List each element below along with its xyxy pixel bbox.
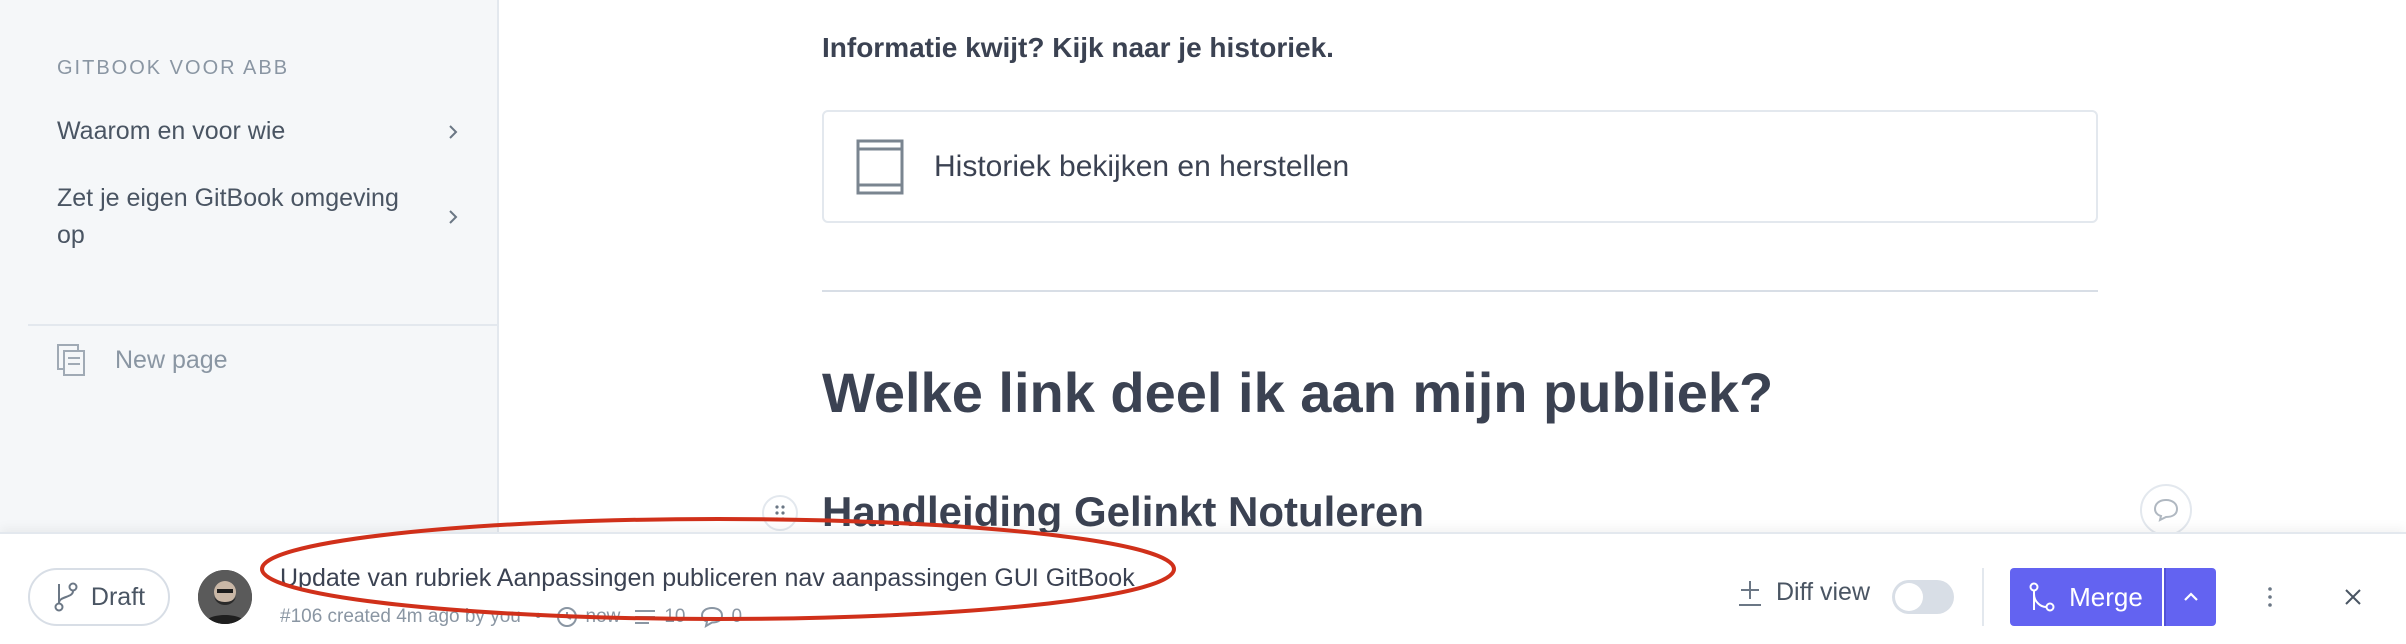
lines-icon	[635, 610, 656, 624]
comments-count: 0	[731, 606, 743, 627]
draft-label: Draft	[90, 582, 146, 611]
new-page-icon	[57, 344, 85, 376]
close-icon[interactable]	[2338, 580, 2368, 614]
sidebar-divider	[28, 324, 499, 326]
draft-status-button[interactable]: Draft	[28, 568, 170, 626]
chevron-right-icon	[449, 124, 458, 139]
branch-icon	[54, 582, 78, 612]
diff-view-control[interactable]: Diff view	[1736, 578, 1870, 607]
avatar	[198, 570, 252, 624]
comments-meta: 0	[700, 606, 743, 628]
diff-view-label: Diff view	[1776, 578, 1871, 606]
sidebar-heading: GITBOOK VOOR ABB	[57, 57, 290, 79]
sidebar-item-zet-je-eigen-gitbook[interactable]: Zet je eigen GitBook omgeving op	[57, 180, 462, 254]
comment-icon[interactable]	[2140, 484, 2192, 536]
bar-divider	[1982, 568, 1984, 626]
change-request-meta: #106 created 4m ago by you • now 10 0	[280, 606, 756, 628]
page-heading: Welke link deel ik aan mijn publiek?	[822, 361, 1774, 424]
updated-meta: now	[556, 606, 621, 628]
change-request-info: #106 created 4m ago by you	[280, 606, 521, 627]
merge-label: Merge	[2069, 581, 2143, 612]
new-page-button[interactable]: New page	[57, 340, 228, 380]
sidebar-item-label: Zet je eigen GitBook omgeving op	[57, 184, 399, 249]
merge-options-button[interactable]	[2164, 568, 2216, 626]
section-heading: Handleiding Gelinkt Notuleren	[822, 488, 1425, 535]
change-request-bar: Draft Update van rubriek Aanpassingen pu…	[0, 532, 2406, 644]
plus-minus-icon	[1739, 580, 1761, 606]
page-icon	[856, 139, 904, 194]
chevron-right-icon	[449, 210, 458, 224]
merge-button[interactable]: Merge	[2010, 568, 2162, 626]
diff-view-toggle[interactable]	[1892, 580, 1954, 614]
change-request-title[interactable]: Update van rubriek Aanpassingen publicer…	[280, 564, 1135, 593]
toggle-knob	[1895, 583, 1923, 611]
merge-icon	[2029, 582, 2055, 612]
updated-value: now	[585, 606, 621, 627]
comment-icon	[700, 606, 723, 628]
meta-separator: •	[534, 606, 542, 627]
clock-icon	[556, 607, 577, 627]
edits-meta: 10	[634, 606, 686, 628]
sidebar-item-label: Waarom en voor wie	[57, 117, 286, 145]
edits-count: 10	[664, 606, 686, 627]
content-divider	[822, 290, 2098, 292]
chevron-up-icon	[2184, 592, 2198, 601]
drag-handle-icon[interactable]	[762, 495, 798, 531]
sidebar: GITBOOK VOOR ABB Waarom en voor wie Zet …	[0, 0, 499, 532]
more-options-icon[interactable]	[2258, 580, 2282, 614]
page-link-label: Historiek bekijken en herstellen	[934, 149, 1350, 183]
new-page-label: New page	[115, 345, 228, 374]
page-link-card[interactable]: Historiek bekijken en herstellen	[822, 110, 2098, 223]
content-subheading: Informatie kwijt? Kijk naar je historiek…	[822, 32, 1334, 63]
sidebar-item-waarom-en-voor-wie[interactable]: Waarom en voor wie	[57, 113, 462, 150]
